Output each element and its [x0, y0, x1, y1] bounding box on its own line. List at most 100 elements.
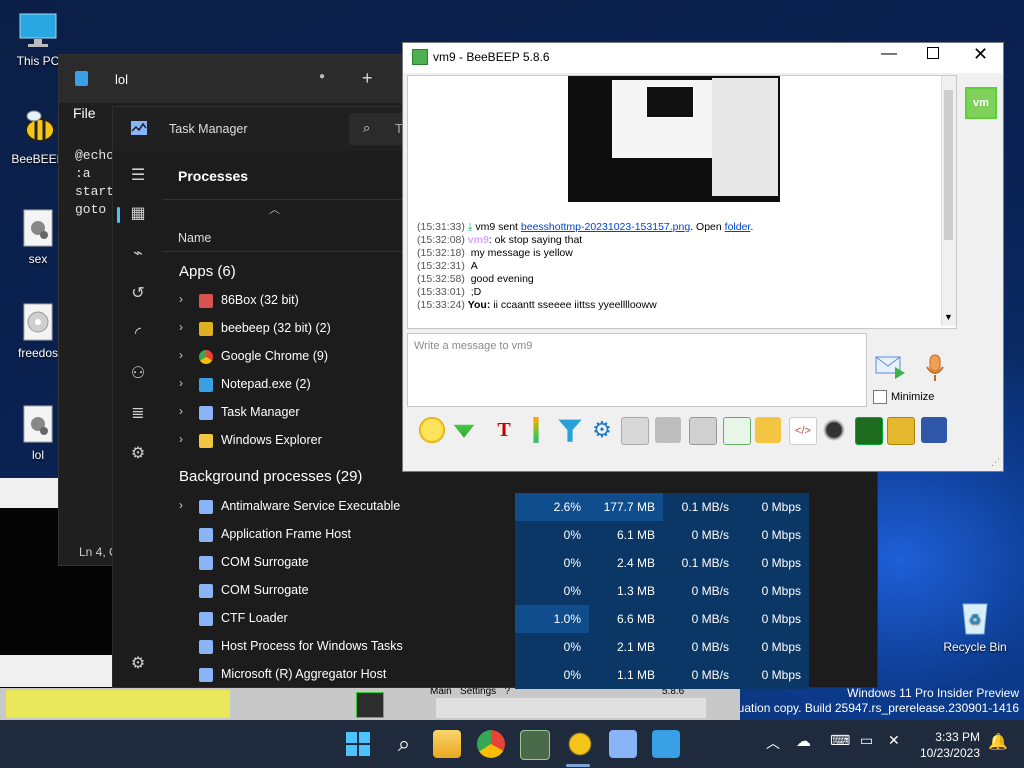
voice-message-icon[interactable]	[923, 353, 947, 383]
86box-icon[interactable]	[520, 730, 550, 760]
column-header-name[interactable]: Name	[178, 231, 211, 245]
print-icon[interactable]	[921, 417, 947, 443]
startup-apps-icon[interactable]: ◜	[126, 323, 150, 343]
chevron-right-icon[interactable]: ›	[179, 404, 183, 418]
chevron-right-icon[interactable]: ›	[179, 432, 183, 446]
scroll-down-icon[interactable]: ▼	[944, 312, 953, 322]
close-button[interactable]: ✕	[973, 44, 988, 65]
spellcheck-icon[interactable]	[655, 417, 681, 443]
chevron-right-icon[interactable]: ›	[179, 348, 183, 362]
webcam-icon[interactable]	[821, 417, 847, 443]
send-folder-icon[interactable]	[755, 417, 781, 443]
chat-scrollbar[interactable]: ▼	[941, 76, 956, 326]
beebeep-title: vm9 - BeeBEEP 5.8.6	[433, 50, 550, 64]
new-tab-button[interactable]: +	[362, 68, 373, 89]
vm-toolbar	[436, 698, 706, 718]
terminal-icon[interactable]	[855, 417, 883, 445]
chat-text: . Open	[690, 221, 725, 233]
chevron-right-icon[interactable]: ›	[179, 498, 183, 512]
taskmgr-icon	[199, 406, 213, 420]
chevron-right-icon[interactable]: ›	[179, 292, 183, 306]
file-link[interactable]: beesshottmp-20231023-153157.png	[521, 221, 690, 233]
processes-icon[interactable]: ▦	[126, 203, 150, 223]
process-row[interactable]: Host Process for Windows Tasks 0% 2.1 MB…	[163, 633, 877, 661]
minimize-checkbox[interactable]	[873, 390, 887, 404]
file-explorer-icon[interactable]	[433, 730, 461, 758]
disk-cell: 0 MB/s	[663, 633, 737, 661]
filter-icon[interactable]	[558, 419, 582, 442]
memory-cell: 1.3 MB	[589, 577, 663, 605]
color-picker-icon[interactable]	[533, 417, 539, 443]
sort-chevron-up-icon[interactable]: ︿	[269, 201, 280, 217]
minimize-button[interactable]: —	[881, 45, 897, 63]
chevron-right-icon[interactable]: ›	[179, 376, 183, 390]
notepad-tab-title[interactable]: lol	[115, 72, 128, 87]
chevron-up-icon[interactable]: ︿	[766, 733, 780, 753]
minimize-to-tray-icon[interactable]	[453, 424, 475, 438]
task-manager-title: Task Manager	[169, 122, 248, 136]
font-icon[interactable]: T	[491, 417, 517, 443]
beebeep-icon[interactable]	[566, 730, 594, 758]
search-box[interactable]: ⌕ T	[349, 113, 409, 145]
users-icon[interactable]: ⚇	[126, 363, 150, 383]
clock-time[interactable]: 3:33 PM	[920, 730, 980, 744]
settings-icon[interactable]: ⚙	[589, 417, 615, 443]
search-icon[interactable]: ⌕	[390, 730, 418, 758]
network-cloud-icon[interactable]: ☁	[796, 732, 811, 750]
screenshot-thumbnail[interactable]	[568, 76, 780, 202]
network-cell: 0 Mbps	[737, 661, 809, 689]
services-icon[interactable]: ⚙	[126, 443, 150, 463]
search-icon: ⌕	[363, 120, 371, 135]
mute-volume-icon[interactable]: ✕	[888, 732, 900, 749]
process-row[interactable]: CTF Loader 1.0% 6.6 MB 0 MB/s 0 Mbps	[163, 605, 877, 633]
save-icon[interactable]	[887, 417, 915, 445]
keyboard-icon[interactable]: ⌨	[830, 732, 850, 749]
process-row[interactable]: COM Surrogate 0% 1.3 MB 0 MB/s 0 Mbps	[163, 577, 877, 605]
active-app-indicator	[566, 764, 590, 767]
process-name: Host Process for Windows Tasks	[221, 639, 403, 653]
notepad-icon[interactable]	[652, 730, 680, 758]
desktop-icon-label: lol	[31, 448, 44, 462]
86box-icon	[199, 294, 213, 308]
chat-line: (15:32:31) A	[417, 260, 478, 272]
smiley-icon[interactable]	[419, 417, 445, 443]
cpu-cell: 1.0%	[515, 605, 589, 633]
display-icon[interactable]: ▭	[860, 732, 873, 749]
message-input[interactable]: Write a message to vm9	[407, 333, 867, 407]
chat-text: my message is yellow	[470, 247, 573, 259]
send-file-icon[interactable]	[723, 417, 751, 445]
dictionary-icon[interactable]	[689, 417, 717, 445]
chevron-right-icon[interactable]: ›	[179, 320, 183, 334]
process-row[interactable]: Microsoft (R) Aggregator Host 0% 1.1 MB …	[163, 661, 877, 689]
resize-grip-icon[interactable]: ⋰	[991, 457, 1000, 468]
html-icon[interactable]: </>	[789, 417, 817, 445]
send-message-icon[interactable]	[875, 353, 907, 381]
chrome-icon[interactable]	[477, 730, 505, 758]
chat-time: (15:32:58)	[417, 273, 465, 285]
process-row[interactable]: Application Frame Host 0% 6.1 MB 0 MB/s …	[163, 521, 877, 549]
beebeep-window[interactable]: vm9 - BeeBEEP 5.8.6 — ✕ (15:31:33) ⤓ vm9…	[402, 42, 1004, 472]
maximize-button[interactable]	[927, 47, 939, 59]
app-history-icon[interactable]: ↺	[126, 283, 150, 303]
performance-icon[interactable]: ⌁	[126, 243, 150, 263]
clock-date[interactable]: 10/23/2023	[914, 746, 980, 760]
scrollbar-thumb[interactable]	[944, 90, 953, 240]
process-name: CTF Loader	[221, 611, 288, 625]
user-avatar[interactable]: vm	[965, 87, 997, 119]
task-manager-icon[interactable]	[609, 730, 637, 758]
process-row[interactable]: COM Surrogate 0% 2.4 MB 0.1 MB/s 0 Mbps	[163, 549, 877, 577]
folder-link[interactable]: folder	[725, 221, 751, 233]
details-icon[interactable]: ≣	[126, 403, 150, 423]
chat-history[interactable]: (15:31:33) ⤓ vm9 sent beesshottmp-202310…	[407, 75, 957, 329]
process-row[interactable]: › Antimalware Service Executable 2.6% 17…	[163, 493, 877, 521]
notification-bell-icon[interactable]: 🔔	[988, 732, 1008, 752]
hamburger-menu-icon[interactable]: ☰	[126, 165, 150, 185]
notepad-menu-file[interactable]: File	[73, 105, 96, 121]
desktop-icon-recycle-bin[interactable]: ♻ Recycle Bin	[940, 596, 1010, 654]
settings-icon[interactable]: ⚙	[126, 653, 150, 673]
chat-line: (15:32:18) my message is yellow	[417, 247, 573, 259]
screenshot-icon[interactable]	[621, 417, 649, 445]
notepad-icon	[199, 378, 213, 392]
start-icon[interactable]	[344, 730, 372, 758]
notepad-text-area[interactable]: @echo :a start goto	[75, 147, 114, 219]
